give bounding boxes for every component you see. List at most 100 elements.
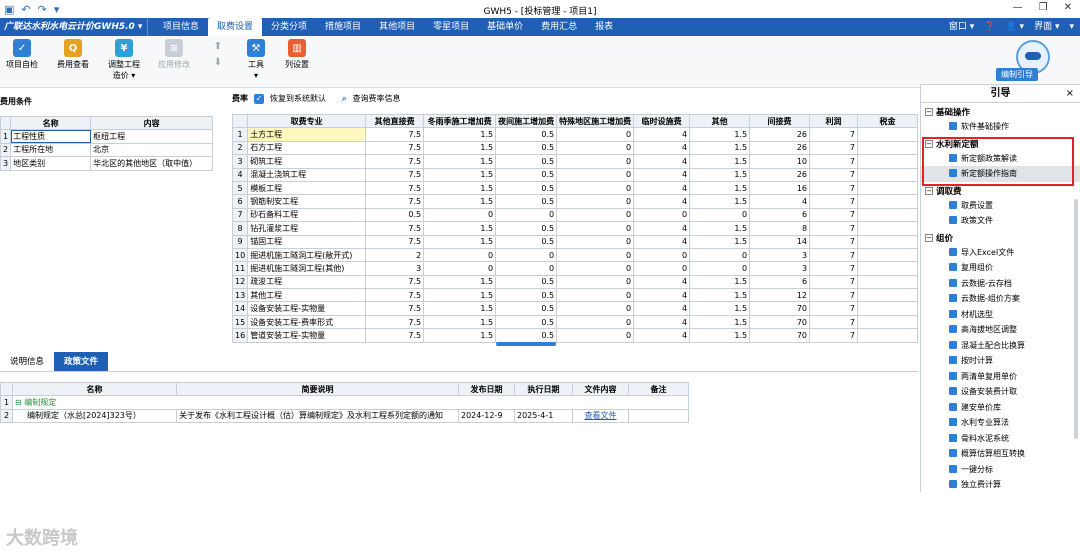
app-menu-button[interactable]: 广联达水利水电云计价GWH5.0 ▾ [0, 18, 148, 36]
table-row[interactable]: 11 掘进机施工隧洞工程(其他) 3 0 0 0 0 0 3 7 [232, 261, 918, 276]
rate-cell[interactable]: 7 [809, 274, 858, 290]
table-row[interactable]: 14 设备安装工程-实物量 7.5 1.5 0.5 0 4 1.5 70 7 [232, 301, 918, 316]
condition-name-cell[interactable]: 工程性质 [10, 129, 92, 144]
rate-cell[interactable]: 1.5 [689, 314, 751, 330]
rate-cell[interactable]: 0 [495, 207, 558, 223]
rate-cell[interactable] [857, 314, 918, 330]
rate-cell[interactable] [857, 274, 918, 290]
rate-cell[interactable]: 7.5 [365, 154, 425, 169]
rate-cell[interactable]: 4 [633, 180, 691, 196]
rate-cell[interactable]: 7.5 [365, 194, 425, 209]
rate-cell[interactable]: 0 [556, 221, 635, 236]
rate-cell[interactable]: 4 [633, 194, 691, 209]
rate-cell[interactable]: 1.5 [689, 288, 751, 303]
rate-cell[interactable]: 0 [495, 261, 558, 276]
rate-cell[interactable]: 7.5 [365, 221, 425, 236]
rate-cell[interactable]: 0 [633, 207, 691, 223]
view-file-link[interactable]: 查看文件 [572, 408, 629, 424]
rate-cell[interactable]: 0 [556, 274, 635, 290]
specialty-cell[interactable]: 土方工程 [247, 127, 367, 142]
rate-cell[interactable]: 4 [633, 154, 691, 169]
rate-cell[interactable]: 1.5 [689, 274, 751, 290]
rate-cell[interactable]: 26 [749, 140, 811, 156]
column-header[interactable]: 夜间施工增加费 [495, 114, 558, 129]
execute-date-cell[interactable]: 2025-4-1 [514, 408, 573, 424]
rate-cell[interactable]: 7 [809, 234, 858, 249]
specialty-cell[interactable]: 砌筑工程 [247, 154, 367, 169]
rate-cell[interactable]: 4 [633, 328, 691, 343]
rate-cell[interactable]: 7 [809, 301, 858, 316]
table-row[interactable]: 10 掘进机施工隧洞工程(敞开式) 2 0 0 0 0 0 3 7 [232, 247, 918, 263]
rate-cell[interactable]: 0.5 [495, 127, 558, 142]
menu-tab[interactable]: 项目信息 [154, 18, 208, 36]
specialty-cell[interactable]: 石方工程 [247, 140, 367, 156]
rate-cell[interactable]: 0.5 [495, 314, 558, 330]
menu-right-item[interactable]: 界面 ▾ [1034, 18, 1059, 36]
rate-cell[interactable]: 3 [365, 261, 425, 276]
rate-cell[interactable]: 0.5 [495, 301, 558, 316]
rate-cell[interactable]: 7 [809, 127, 858, 142]
collapse-icon[interactable]: − [925, 108, 933, 116]
rate-cell[interactable]: 0 [556, 261, 635, 276]
specialty-cell[interactable]: 设备安装工程-费率形式 [247, 314, 367, 330]
move-buttons[interactable]: ⬆ ⬇ [208, 39, 228, 71]
table-row[interactable]: 6 钢筋制安工程 7.5 1.5 0.5 0 4 1.5 4 7 [232, 194, 918, 209]
column-header[interactable]: 间接费 [749, 114, 811, 129]
column-settings-button[interactable]: ▥ 列设置 [282, 39, 312, 70]
rate-cell[interactable]: 0.5 [495, 288, 558, 303]
rate-cell[interactable] [857, 234, 918, 249]
rate-cell[interactable]: 1.5 [689, 140, 751, 156]
guide-item[interactable]: 混凝土配合比换算 [921, 338, 1080, 354]
rate-cell[interactable]: 7 [809, 221, 858, 236]
condition-name-cell[interactable]: 地区类别 [10, 156, 92, 171]
rate-cell[interactable]: 4 [633, 274, 691, 290]
restore-default-icon[interactable]: ✓ [254, 93, 264, 104]
guide-item[interactable]: 概算估算相互转换 [921, 446, 1080, 462]
guide-item[interactable]: 云数据-云存档 [921, 276, 1080, 292]
rate-cell[interactable]: 0 [556, 180, 635, 196]
rate-cell[interactable]: 6 [749, 207, 811, 223]
guide-item[interactable]: 复用组价 [921, 260, 1080, 276]
column-header[interactable]: 其他 [689, 114, 751, 129]
rate-cell[interactable] [857, 167, 918, 182]
rate-cell[interactable]: 70 [749, 314, 811, 330]
rate-cell[interactable]: 0 [633, 247, 691, 263]
rate-cell[interactable]: 0.5 [495, 328, 558, 343]
rate-cell[interactable] [857, 328, 918, 343]
rate-cell[interactable]: 7.5 [365, 314, 425, 330]
close-icon[interactable]: × [1066, 85, 1074, 103]
rate-cell[interactable] [857, 180, 918, 196]
rate-cell[interactable]: 1.5 [689, 180, 751, 196]
rate-cell[interactable]: 0 [556, 167, 635, 182]
dropdown-icon[interactable]: ▾ [54, 3, 60, 16]
rate-cell[interactable]: 6 [749, 274, 811, 290]
close-icon[interactable]: ✕ [1064, 2, 1072, 13]
rate-cell[interactable]: 1.5 [689, 167, 751, 182]
rate-cell[interactable]: 1.5 [423, 180, 497, 196]
rate-cell[interactable]: 14 [749, 234, 811, 249]
rate-cell[interactable]: 4 [633, 127, 691, 142]
rate-cell[interactable]: 1.5 [689, 127, 751, 142]
rate-cell[interactable]: 7 [809, 194, 858, 209]
rate-cell[interactable]: 1.5 [423, 140, 497, 156]
rate-cell[interactable]: 4 [633, 234, 691, 249]
rate-cell[interactable]: 0 [689, 261, 751, 276]
restore-default-button[interactable]: 恢复到系统默认 [270, 93, 326, 104]
rate-cell[interactable]: 0 [423, 261, 497, 276]
table-row[interactable]: 8 钻孔灌浆工程 7.5 1.5 0.5 0 4 1.5 8 7 [232, 221, 918, 236]
column-header[interactable]: 发布日期 [458, 381, 515, 397]
rate-cell[interactable]: 7.5 [365, 234, 425, 249]
guide-scrollbar[interactable] [1074, 199, 1078, 439]
rate-cell[interactable]: 0 [556, 194, 635, 209]
apply-changes-button[interactable]: ≡ 应用修改 [154, 39, 194, 70]
column-header[interactable]: 特殊地区施工增加费 [556, 114, 635, 129]
group-name-cell[interactable]: ⊟ 编制规定 [12, 395, 689, 410]
rate-cell[interactable]: 3 [749, 247, 811, 263]
rate-cell[interactable]: 0 [633, 261, 691, 276]
publish-date-cell[interactable]: 2024-12-9 [458, 408, 515, 424]
condition-name-cell[interactable]: 工程所在地 [10, 142, 92, 158]
rate-cell[interactable]: 7.5 [365, 180, 425, 196]
rate-cell[interactable]: 4 [633, 221, 691, 236]
rate-cell[interactable]: 0.5 [495, 180, 558, 196]
table-row[interactable]: 2 工程所在地 北京 [0, 142, 214, 158]
